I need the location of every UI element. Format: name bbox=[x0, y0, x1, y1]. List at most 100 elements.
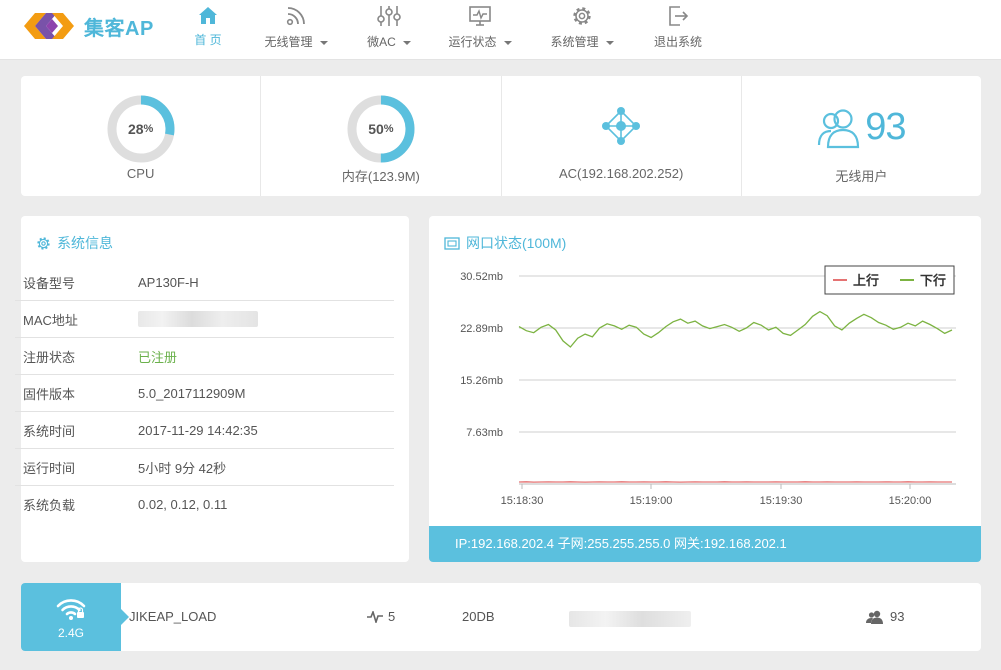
info-key: 固件版本 bbox=[23, 386, 76, 402]
wifi-user-count: 93 bbox=[866, 609, 904, 624]
table-row: 设备型号 AP130F-H bbox=[15, 264, 394, 301]
x-tick-label: 15:19:30 bbox=[760, 495, 803, 507]
wifi-ssid: JIKEAP_LOAD bbox=[129, 609, 217, 624]
users-icon bbox=[866, 610, 883, 624]
cpu-label: CPU bbox=[126, 166, 155, 181]
system-info-title-text: 系统信息 bbox=[57, 235, 113, 251]
table-row: 系统负载 0.02, 0.12, 0.11 bbox=[15, 486, 394, 523]
cpu-value: 28 bbox=[127, 121, 144, 137]
info-value: 0.02, 0.12, 0.11 bbox=[138, 497, 228, 512]
brand-logo[interactable]: 集客AP bbox=[22, 11, 154, 41]
wifi-ssid-row[interactable]: 2.4G JIKEAP_LOAD 5 20DB 93 bbox=[21, 583, 981, 651]
y-tick-label: 30.52mb bbox=[460, 271, 503, 283]
network-address-info: IP:192.168.202.4 子网:255.255.255.0 网关:192… bbox=[429, 526, 981, 562]
network-topology-icon bbox=[602, 107, 641, 145]
legend-label: 上行 bbox=[853, 273, 879, 288]
info-key: 注册状态 bbox=[23, 349, 76, 365]
top-header: 集客AP 首 页 无线管理 微AC 运行状态 系统管理 退出系统 bbox=[0, 0, 1001, 60]
nav-home-label: 首 页 bbox=[194, 33, 222, 47]
network-status-title: 网口状态(100M) bbox=[444, 233, 566, 253]
info-value: 5小时 9分 42秒 bbox=[138, 460, 227, 476]
chart-legend: 上行 下行 bbox=[824, 265, 955, 295]
info-key: 设备型号 bbox=[23, 275, 76, 291]
ac-card: AC(192.168.202.252) bbox=[502, 76, 742, 196]
wifi-lock-icon bbox=[56, 599, 86, 620]
wireless-users-card: 93 无线用户 bbox=[742, 76, 981, 196]
nav-wireless[interactable]: 无线管理 bbox=[262, 4, 330, 56]
chevron-down-icon bbox=[319, 40, 328, 45]
wifi-client-count-value: 5 bbox=[388, 609, 396, 624]
series-line-download bbox=[518, 310, 953, 348]
wifi-tx-power: 20DB bbox=[462, 609, 495, 624]
y-tick-label: 22.89mb bbox=[460, 323, 503, 335]
info-key: 系统负载 bbox=[23, 498, 76, 513]
memory-label: 内存(123.9M) bbox=[341, 169, 420, 184]
activity-icon bbox=[367, 610, 383, 623]
nav-system[interactable]: 系统管理 bbox=[548, 4, 616, 56]
y-tick-label: 15.26mb bbox=[460, 375, 503, 387]
gear-icon bbox=[573, 7, 591, 25]
nav-home[interactable]: 首 页 bbox=[190, 4, 226, 56]
registration-status: 已注册 bbox=[138, 349, 178, 365]
system-info-title: 系统信息 bbox=[36, 233, 113, 253]
cpu-gauge: 28% bbox=[106, 94, 176, 164]
wifi-client-count: 5 bbox=[367, 609, 395, 624]
info-value: 2017-11-29 14:42:35 bbox=[138, 422, 258, 438]
chevron-down-icon bbox=[503, 40, 512, 45]
nav-logout[interactable]: 退出系统 bbox=[652, 4, 704, 56]
table-row: 系统时间 2017-11-29 14:42:35 bbox=[15, 412, 394, 449]
system-info-table: 设备型号 AP130F-H MAC地址 注册状态 已注册 固件版本 5.0_20… bbox=[15, 264, 394, 523]
info-value: 5.0_2017112909M bbox=[138, 385, 246, 401]
x-tick-label: 15:20:00 bbox=[889, 495, 932, 507]
memory-unit: % bbox=[383, 123, 394, 135]
nav-system-label: 系统管理 bbox=[550, 35, 599, 49]
memory-card: 50% 内存(123.9M) bbox=[261, 76, 502, 196]
wifi-band-tab[interactable]: 2.4G bbox=[21, 583, 129, 651]
table-row: MAC地址 bbox=[15, 301, 394, 338]
ethernet-port-icon bbox=[444, 236, 460, 250]
rss-icon bbox=[286, 7, 305, 26]
gear-icon bbox=[37, 236, 50, 250]
nav-logout-label: 退出系统 bbox=[653, 35, 702, 49]
network-status-title-text: 网口状态(100M) bbox=[466, 235, 567, 251]
nav-micro-ac-label: 微AC bbox=[367, 35, 396, 49]
y-tick-label: 7.63mb bbox=[466, 427, 503, 439]
nav-run-status-label: 运行状态 bbox=[448, 35, 497, 49]
monitor-icon bbox=[469, 6, 491, 26]
chevron-down-icon bbox=[402, 40, 411, 45]
mac-address-redacted bbox=[138, 311, 258, 328]
traffic-chart: 30.52mb 22.89mb 15.26mb 7.63mb 15:18:30 15:19… bbox=[460, 265, 956, 507]
wireless-users-label: 无线用户 bbox=[835, 169, 888, 184]
nav-run-status[interactable]: 运行状态 bbox=[446, 4, 514, 56]
table-row: 固件版本 5.0_2017112909M bbox=[15, 375, 394, 412]
chevron-down-icon bbox=[605, 40, 614, 45]
x-tick-label: 15:19:00 bbox=[630, 495, 673, 507]
info-key: 系统时间 bbox=[23, 423, 76, 439]
info-key: 运行时间 bbox=[23, 460, 76, 476]
info-value: AP130F-H bbox=[138, 274, 199, 290]
info-key: MAC地址 bbox=[23, 312, 78, 328]
ac-label: AC(192.168.202.252) bbox=[558, 166, 684, 181]
logout-icon bbox=[669, 6, 689, 26]
redacted-field bbox=[569, 611, 691, 627]
wifi-user-count-value: 93 bbox=[890, 609, 905, 624]
brand-name: 集客AP bbox=[84, 17, 154, 40]
memory-gauge: 50% bbox=[346, 94, 416, 164]
x-tick-label: 15:18:30 bbox=[501, 495, 544, 507]
legend-label: 下行 bbox=[920, 273, 946, 288]
home-icon bbox=[199, 7, 217, 24]
network-status-panel: 网口状态(100M) 30.52mb 22.89mb 15.26mb 7.63mb 15… bbox=[429, 216, 981, 562]
status-overview: 28% CPU 50% 内存(123.9M) AC(192.168.202.25… bbox=[21, 76, 981, 196]
nav-wireless-label: 无线管理 bbox=[264, 35, 313, 49]
users-icon bbox=[818, 108, 860, 148]
table-row: 注册状态 已注册 bbox=[15, 338, 394, 375]
wireless-users-count: 93 bbox=[865, 106, 906, 148]
nav-micro-ac[interactable]: 微AC bbox=[365, 4, 413, 56]
cpu-unit: % bbox=[143, 123, 154, 135]
logo-icon bbox=[24, 13, 74, 39]
wifi-band-label: 2.4G bbox=[57, 626, 84, 640]
sliders-icon bbox=[377, 6, 401, 26]
cpu-card: 28% CPU bbox=[21, 76, 262, 196]
memory-value: 50 bbox=[368, 121, 384, 137]
table-row: 运行时间 5小时 9分 42秒 bbox=[15, 449, 394, 486]
